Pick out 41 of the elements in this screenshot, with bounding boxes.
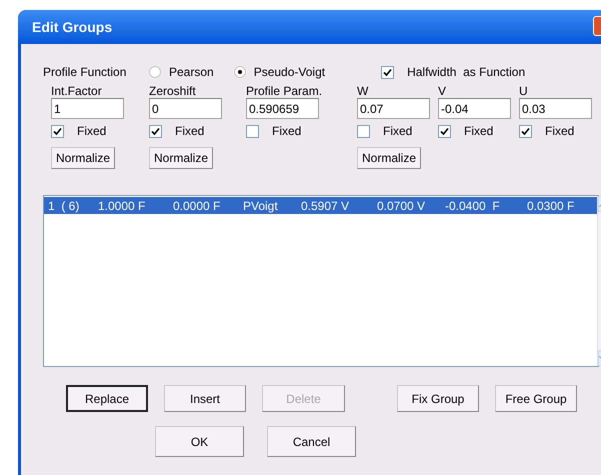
param-field[interactable]: 1 [51,98,124,119]
param-field[interactable]: -0.04 [438,98,511,119]
action-button[interactable]: Replace [66,385,148,412]
radio-label: Pearson [169,64,214,81]
param-label: W [357,84,370,98]
window-title: Edit Groups [32,18,112,37]
list-cell-text: PVoigt [243,198,279,214]
param-label: Zeroshift [149,84,197,98]
list-cell-text: 1 ( 6) [48,198,80,214]
param-label: V [438,84,448,98]
list-cell-text: 0.5907 V [301,198,350,214]
action-button[interactable]: Free Group [495,385,577,412]
fixed-label: Fixed [77,123,106,140]
param-field[interactable]: 0.07 [357,98,430,119]
fixed-label: Fixed [464,123,494,140]
profile-function-label: Profile Function [43,64,128,81]
dialog-button[interactable]: OK [155,426,244,457]
param-field[interactable]: 0.590659 [246,98,319,119]
normalize-button[interactable]: Normalize [149,147,214,169]
list-cell-text: -0.0400 F [445,198,501,214]
list-row[interactable]: 1 ( 6) 1.0000 F 0.0000 F PVoigt 0.5907 V 0.0700 V -0.0400 F 0.0300 F [44,197,597,214]
fixed-label: Fixed [545,123,574,140]
radio-label: Pseudo-Voigt [254,64,326,81]
param-field[interactable]: 0 [149,98,222,119]
dialog-button[interactable]: Cancel [267,426,356,457]
list-cell-text: 0.0300 F [527,198,576,214]
param-label: U [519,84,529,98]
normalize-button[interactable]: Normalize [51,147,116,169]
fixed-label: Fixed [383,123,412,140]
action-button[interactable]: Fix Group [397,385,479,412]
halfwidth-label: Halfwidth as Function [407,64,526,81]
fixed-label: Fixed [175,123,204,140]
param-label: Int.Factor [51,84,103,98]
list-cell-text: 0.0000 F [173,198,222,214]
param-label: Profile Param. [246,84,324,98]
list-cell-text: 0.0700 V [377,198,426,214]
list-cell-text: 1.0000 F [98,198,146,214]
normalize-button[interactable]: Normalize [357,147,422,169]
param-field[interactable]: 0.03 [519,98,592,119]
action-button[interactable]: Insert [164,385,246,412]
fixed-label: Fixed [272,123,302,140]
